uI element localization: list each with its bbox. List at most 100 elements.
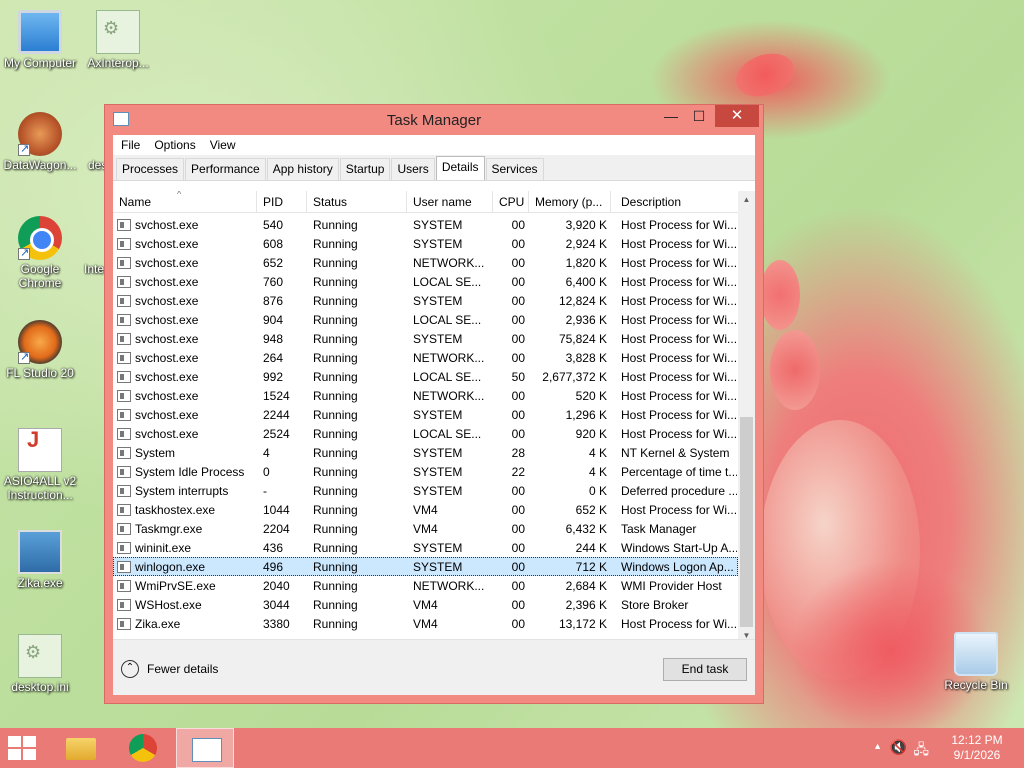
process-user: SYSTEM (413, 331, 463, 346)
table-row[interactable]: svchost.exe 948 Running SYSTEM 00 75,824 K Hos… (113, 329, 738, 348)
table-row[interactable]: Taskmgr.exe 2204 Running VM4 00 6,432 K Task M… (113, 519, 738, 538)
table-row[interactable]: svchost.exe 992 Running LOCAL SE... 50 2,677,… (113, 367, 738, 386)
table-row[interactable]: Zika.exe 3380 Running VM4 00 13,172 K Host Pro… (113, 614, 738, 633)
table-row[interactable]: svchost.exe 2524 Running LOCAL SE... 00 920 K… (113, 424, 738, 443)
process-status: Running (313, 312, 358, 327)
minimize-button[interactable]: — (657, 105, 685, 127)
process-status: Running (313, 331, 358, 346)
table-row[interactable]: taskhostex.exe 1044 Running VM4 00 652 K Host … (113, 500, 738, 519)
process-status: Running (313, 502, 358, 517)
process-icon (117, 579, 131, 592)
menu-view[interactable]: View (210, 138, 236, 152)
title-bar[interactable]: Task Manager — ☐ ✕ (105, 105, 763, 133)
table-row[interactable]: System interrupts - Running SYSTEM 00 0 K Defe… (113, 481, 738, 500)
clock[interactable]: 12:12 PM 9/1/2026 (942, 733, 1012, 763)
process-cpu: 00 (511, 331, 525, 346)
desktop-icon-recycle-bin[interactable]: Recycle Bin (936, 632, 1016, 692)
desktop-icon-label: ASIO4ALL v2 Instruction... (3, 474, 77, 502)
table-row[interactable]: System Idle Process 0 Running SYSTEM 22 4 K Pe… (113, 462, 738, 481)
close-button[interactable]: ✕ (715, 105, 759, 127)
process-pid: 0 (263, 464, 270, 479)
vertical-scrollbar[interactable]: ▲ ▼ (738, 191, 755, 644)
process-cpu: 00 (511, 597, 525, 612)
process-description: Windows Start-Up A... (621, 540, 737, 555)
desktop-icon-asio4all[interactable]: ASIO4ALL v2 Instruction... (0, 428, 80, 502)
process-name: Taskmgr.exe (113, 522, 257, 536)
maximize-button[interactable]: ☐ (685, 105, 713, 127)
process-memory: 244 K (575, 540, 607, 555)
process-name: Zika.exe (113, 617, 257, 631)
process-name: System interrupts (113, 484, 257, 498)
process-memory: 4 K (588, 445, 607, 460)
table-row[interactable]: svchost.exe 540 Running SYSTEM 00 3,920 K Host… (113, 215, 738, 234)
fewer-details-link[interactable]: ⌃ Fewer details (121, 660, 218, 678)
table-row[interactable]: WSHost.exe 3044 Running VM4 00 2,396 K Store B… (113, 595, 738, 614)
table-row[interactable]: WmiPrvSE.exe 2040 Running NETWORK... 00 2,684… (113, 576, 738, 595)
table-row[interactable]: svchost.exe 652 Running NETWORK... 00 1,820 K… (113, 253, 738, 272)
process-description: Windows Logon Ap... (621, 559, 734, 574)
recycle-bin-icon (954, 632, 998, 676)
table-row[interactable]: winlogon.exe 496 Running SYSTEM 00 712 K Windo… (113, 557, 738, 576)
process-description: Store Broker (621, 597, 689, 612)
taskbar-task-manager-button[interactable] (176, 728, 234, 768)
taskbar-chrome-button[interactable] (114, 728, 172, 768)
tab-startup[interactable]: Startup (339, 158, 391, 180)
desktop-icon-axinterop[interactable]: AxInterop... (78, 10, 158, 70)
column-header-status[interactable]: Status (307, 191, 407, 212)
tab-performance[interactable]: Performance (185, 158, 266, 180)
desktop-icon-my-computer[interactable]: My Computer (0, 10, 80, 70)
wallpaper-petal (729, 45, 801, 105)
process-icon (117, 351, 131, 364)
process-memory: 3,828 K (565, 350, 607, 365)
scroll-up-arrow-icon[interactable]: ▲ (738, 191, 755, 208)
process-name: svchost.exe (113, 408, 257, 422)
desktop-icon-partial-2[interactable]: Inte (64, 216, 104, 276)
desktop-icon-partial[interactable]: des (66, 112, 106, 172)
process-icon (117, 465, 131, 478)
column-header-user-name[interactable]: User name (407, 191, 493, 212)
table-row[interactable]: wininit.exe 436 Running SYSTEM 00 244 K Window… (113, 538, 738, 557)
table-row[interactable]: svchost.exe 876 Running SYSTEM 00 12,824 K Hos… (113, 291, 738, 310)
desktop-icon-desktop-ini[interactable]: desktop.ini (0, 634, 80, 694)
scrollbar-thumb[interactable] (740, 417, 753, 627)
table-row[interactable]: svchost.exe 904 Running LOCAL SE... 00 2,936 … (113, 310, 738, 329)
speaker-muted-icon[interactable]: 🔇 (890, 739, 907, 756)
process-icon (117, 256, 131, 269)
taskbar: ▲ 🔇 🖧 12:12 PM 9/1/2026 (0, 728, 1024, 768)
process-icon (117, 370, 131, 383)
process-user: VM4 (413, 521, 438, 536)
menu-file[interactable]: File (121, 138, 140, 152)
end-task-button[interactable]: End task (663, 658, 747, 681)
tab-app-history[interactable]: App history (266, 158, 339, 180)
network-icon[interactable]: 🖧 (913, 739, 929, 763)
tab-details[interactable]: Details (435, 156, 485, 180)
table-row[interactable]: System 4 Running SYSTEM 28 4 K NT Kernel & Sys… (113, 443, 738, 462)
menu-options[interactable]: Options (154, 138, 195, 152)
show-hidden-icons-icon[interactable]: ▲ (873, 741, 882, 751)
tab-users[interactable]: Users (391, 158, 435, 180)
column-header-cpu[interactable]: CPU (493, 191, 529, 212)
taskbar-file-explorer-button[interactable] (52, 728, 110, 768)
start-button[interactable] (8, 736, 38, 760)
file-icon (74, 216, 94, 260)
desktop-icon-fl-studio[interactable]: FL Studio 20 (0, 320, 80, 380)
process-cpu: 00 (511, 274, 525, 289)
table-row[interactable]: svchost.exe 1524 Running NETWORK... 00 520 K H… (113, 386, 738, 405)
table-row[interactable]: svchost.exe 608 Running SYSTEM 00 2,924 K Host… (113, 234, 738, 253)
process-icon (117, 541, 131, 554)
process-memory: 6,400 K (565, 274, 607, 289)
table-row[interactable]: svchost.exe 2244 Running SYSTEM 00 1,296 K Hos… (113, 405, 738, 424)
table-row[interactable]: svchost.exe 264 Running NETWORK... 00 3,828 K… (113, 348, 738, 367)
tab-services[interactable]: Services (485, 158, 544, 180)
process-status: Running (313, 350, 358, 365)
column-header-description[interactable]: Description (611, 191, 737, 212)
process-memory: 1,296 K (565, 407, 607, 422)
desktop-icon-zika[interactable]: Zika.exe (0, 530, 80, 590)
table-row[interactable]: svchost.exe 760 Running LOCAL SE... 00 6,400 … (113, 272, 738, 291)
tab-processes[interactable]: Processes (116, 158, 185, 180)
column-header-name[interactable]: ^ Name (113, 191, 257, 212)
column-header-memory[interactable]: Memory (p... (529, 191, 611, 212)
process-pid: 876 (263, 293, 284, 308)
process-name: winlogon.exe (113, 560, 257, 574)
column-header-pid[interactable]: PID (257, 191, 307, 212)
